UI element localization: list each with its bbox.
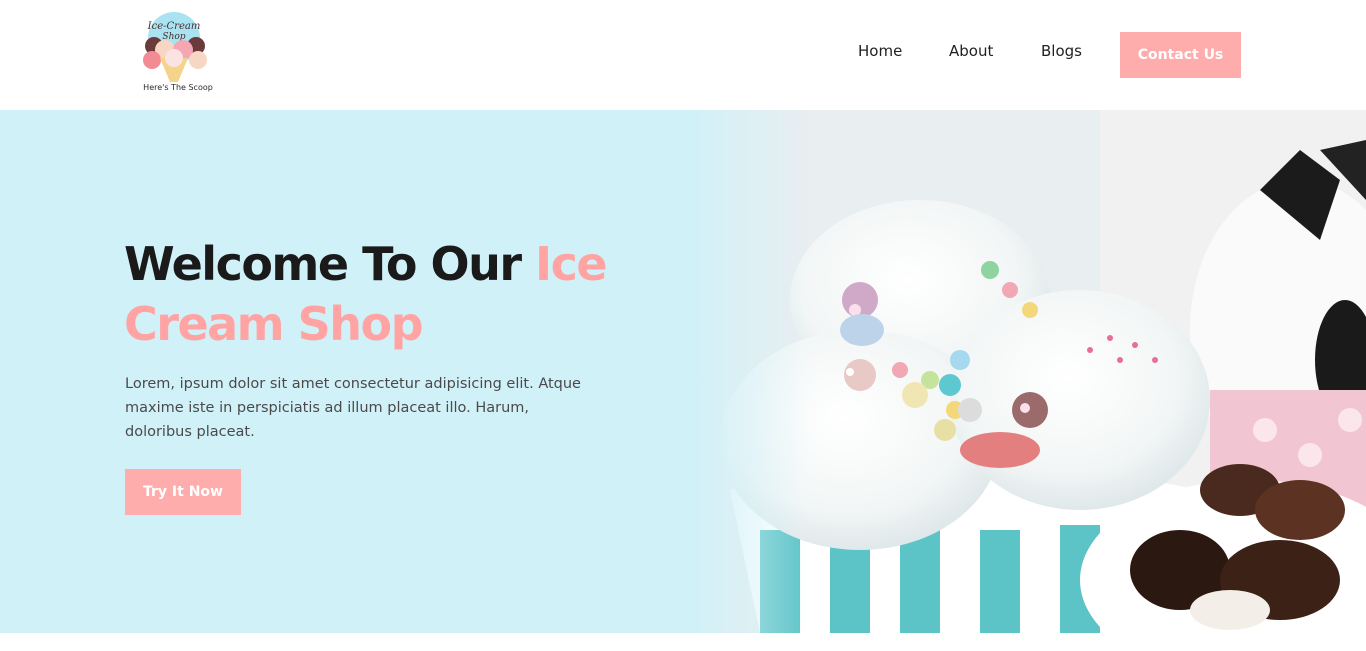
contact-us-button[interactable]: Contact Us [1120,32,1241,78]
logo-tagline: Here's The Scoop [143,83,213,92]
site-header: Ice-Cream Shop Here's The Scoop Home Abo… [0,0,1366,110]
nav-blogs-link[interactable]: Blogs [1041,42,1082,60]
nav-home-link[interactable]: Home [858,42,902,60]
hero-description: Lorem, ipsum dolor sit amet consectetur … [125,376,581,440]
logo[interactable]: Ice-Cream Shop Here's The Scoop [138,12,218,96]
try-it-now-button[interactable]: Try It Now [125,469,241,515]
logo-title-line1: Ice-Cream [147,21,201,32]
nav-about-link[interactable]: About [949,42,993,60]
logo-icon: Ice-Cream Shop [143,12,207,82]
hero-title: Welcome To Our Ice Cream Shop [124,234,644,354]
hero-title-main: Welcome To Our [124,237,536,291]
hero-section: Welcome To Our Ice Cream Shop Lorem, ips… [0,110,1366,633]
